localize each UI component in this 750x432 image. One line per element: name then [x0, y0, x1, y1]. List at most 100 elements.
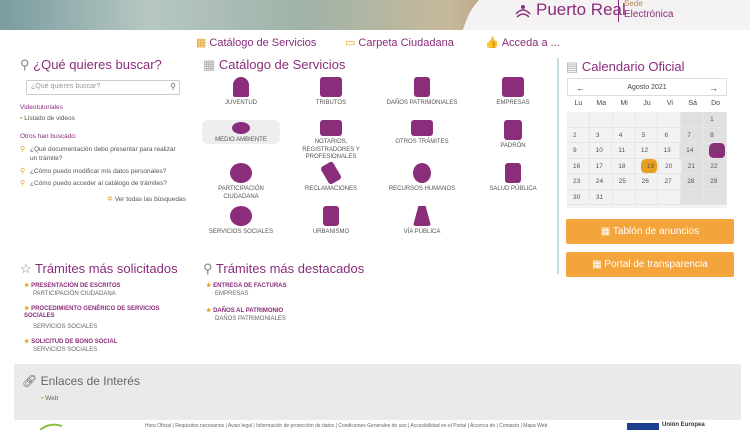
star-icon: ★ — [206, 308, 212, 314]
calendar-day[interactable]: 17 — [589, 158, 613, 174]
calendar-day[interactable]: 22 — [704, 158, 727, 174]
nav-catalogo[interactable]: ▦ Catálogo de Servicios — [196, 36, 316, 49]
query-link-2[interactable]: ⚲ ¿Cómo puedo modificar mis datos persona… — [20, 167, 190, 176]
portal-label: Portal de transparencia — [604, 259, 708, 270]
calendar-day[interactable]: 9 — [567, 143, 590, 159]
calendar-day[interactable]: 3 — [589, 127, 613, 143]
calendar-day[interactable]: 18 — [612, 158, 635, 174]
calendar-day[interactable]: 15 — [702, 143, 727, 159]
destacado-sub: EMPRESAS — [215, 291, 249, 297]
ver-todas-link[interactable]: ✲ Ver todas las búsquedas — [107, 195, 186, 204]
calendar-day[interactable]: 25 — [612, 174, 636, 190]
destacado-item[interactable]: ★ DAÑOS AL PATRIMONIO — [206, 308, 283, 315]
calendar-week-row: 30 31 — [567, 189, 728, 205]
web-link[interactable]: ▪ Web — [41, 395, 58, 402]
calendar-day[interactable]: 27 — [658, 174, 682, 190]
gavel-icon — [319, 160, 343, 186]
calendar-day[interactable]: 12 — [634, 143, 658, 159]
destacado-item[interactable]: ★ ENTREGA DE FACTURAS — [206, 283, 287, 290]
calendar-day[interactable]: 26 — [635, 174, 659, 190]
chevron-left-icon[interactable]: ← — [576, 79, 585, 97]
calendar-day[interactable]: 5 — [635, 127, 659, 143]
catalog-label: OTROS TRÁMITES — [395, 139, 449, 145]
catalog-title: Catálogo de Servicios — [218, 57, 346, 72]
calendar-day[interactable]: 4 — [612, 127, 636, 143]
catalog-item-padron[interactable]: PADRÓN — [474, 120, 552, 151]
dow: Sá — [681, 96, 705, 112]
calendar-day[interactable]: 11 — [612, 143, 635, 159]
logo-name[interactable]: Puerto Real — [536, 0, 626, 20]
calendar-day[interactable]: 10 — [589, 143, 613, 159]
calendar-day[interactable]: 20 — [659, 158, 682, 174]
listado-videos-link[interactable]: ▪ Listado de videos — [20, 114, 75, 123]
catalog-item-medio-ambiente[interactable]: MEDIO AMBIENTE — [202, 120, 280, 144]
calendar-day[interactable]: 30 — [567, 189, 590, 205]
calendar-day[interactable] — [612, 112, 636, 128]
solicitado-item[interactable]: ★ SOLICITUD DE BONO SOCIAL — [24, 339, 117, 346]
calendar-day[interactable]: 13 — [657, 143, 681, 159]
calendar-day[interactable] — [681, 112, 705, 128]
pin-icon: ⚲ — [203, 261, 216, 276]
catalog-item-empresas[interactable]: EMPRESAS — [474, 77, 552, 108]
calendar-day[interactable] — [567, 112, 590, 128]
calendar-title: Calendario Oficial — [581, 59, 685, 74]
catalog-item-juventud[interactable]: JUVENTUD — [202, 77, 280, 108]
calendar-day[interactable]: 2 — [567, 127, 590, 143]
calendar-day[interactable] — [589, 112, 613, 128]
solicitado-item[interactable]: ★ PRESENTACIÓN DE ESCRITOS — [24, 283, 121, 290]
query-3-text: ¿Cómo puedo acceder al catálogo de trámi… — [30, 180, 167, 187]
catalog-item-notarios[interactable]: NOTARIOS, REGISTRADORES Y PROFESIONALES — [292, 120, 370, 162]
calendar-day[interactable] — [658, 189, 682, 205]
catalog-item-tributos[interactable]: TRIBUTOS — [292, 77, 370, 108]
catalog-item-servicios-sociales[interactable]: SERVICIOS SOCIALES — [202, 206, 280, 237]
calendar-day[interactable] — [635, 112, 659, 128]
tablon-anuncios-button[interactable]: ▦ Tablón de anuncios — [566, 219, 734, 244]
catalog-item-otros[interactable]: OTROS TRÁMITES — [383, 120, 461, 147]
query-1-text: ¿Qué documentación debo presentar para r… — [30, 146, 176, 162]
calendar-day[interactable] — [658, 112, 682, 128]
query-link-3[interactable]: ⚲ ¿Cómo puedo acceder al catálogo de trám… — [20, 179, 190, 188]
logo-sub-text: Electrónica — [624, 9, 674, 20]
chevron-right-icon[interactable]: → — [709, 79, 718, 97]
calendar-day[interactable]: 23 — [567, 174, 590, 190]
dow: Lu — [567, 96, 590, 112]
calendar-day[interactable] — [681, 189, 705, 205]
search-icon[interactable]: ⚲ — [170, 82, 176, 91]
tablon-label: Tablón de anuncios — [612, 226, 700, 237]
calendar-day[interactable]: 8 — [704, 127, 728, 143]
search-icon: ⚲ — [20, 168, 26, 175]
query-link-1[interactable]: ⚲ ¿Qué documentación debo presentar para … — [20, 145, 180, 163]
portal-transparencia-button[interactable]: ▦ Portal de transparencia — [566, 252, 734, 277]
nav-carpeta[interactable]: ▭ Carpeta Ciudadana — [345, 36, 454, 49]
calendar-day[interactable]: 31 — [589, 189, 613, 205]
calendar-day[interactable]: 1 — [704, 112, 728, 128]
calendar-day[interactable]: 19 — [634, 158, 660, 174]
calendar-day[interactable]: 14 — [680, 143, 703, 159]
calendar-day[interactable] — [612, 189, 636, 205]
star-icon: ★ — [24, 283, 30, 289]
calendar-day[interactable] — [635, 189, 659, 205]
calendar-day[interactable]: 16 — [567, 158, 590, 174]
nav-acceda[interactable]: 👍 Acceda a ... — [485, 36, 560, 49]
catalog-item-reclamaciones[interactable]: RECLAMACIONES — [292, 160, 370, 194]
today-badge: 19 — [640, 158, 659, 174]
solicitado-sub: PARTICIPACIÓN CIUDADANA — [33, 291, 116, 297]
catalog-item-via-publica[interactable]: VÍA PÚBLICA — [383, 206, 461, 237]
calendar-day[interactable]: 7 — [681, 127, 705, 143]
calendar-day[interactable]: 21 — [681, 158, 705, 174]
catalog-item-urbanismo[interactable]: URBANISMO — [292, 206, 370, 237]
catalog-item-danos[interactable]: DAÑOS PATRIMONIALES — [383, 77, 461, 108]
search-input[interactable]: ¿Qué quieres buscar? ⚲ — [26, 80, 180, 95]
catalog-item-participacion[interactable]: PARTICIPACIÓN CIUDADANA — [202, 163, 280, 201]
solicitado-item[interactable]: ★ PROCEDIMIENTO GENÉRICO DE SERVICIOS SO… — [24, 306, 174, 320]
calendar-day[interactable]: 29 — [704, 174, 728, 190]
footer-links[interactable]: Hora Oficial | Requisitos necesarios | A… — [145, 423, 547, 429]
catalog-item-recursos[interactable]: RECURSOS HUMANOS — [383, 163, 461, 194]
calendar-day[interactable] — [704, 189, 728, 205]
calendar-body: 1 2 3 4 5 6 7 8 9 10 11 12 13 14 15 16 17 18 19 20 21 22 23 24 2… — [567, 112, 728, 205]
calendar-day[interactable]: 6 — [658, 127, 682, 143]
calendar-icon: ▤ — [566, 59, 582, 74]
catalog-item-salud[interactable]: SALUD PÚBLICA — [474, 163, 552, 194]
calendar-day[interactable]: 28 — [681, 174, 705, 190]
calendar-day[interactable]: 24 — [589, 174, 613, 190]
